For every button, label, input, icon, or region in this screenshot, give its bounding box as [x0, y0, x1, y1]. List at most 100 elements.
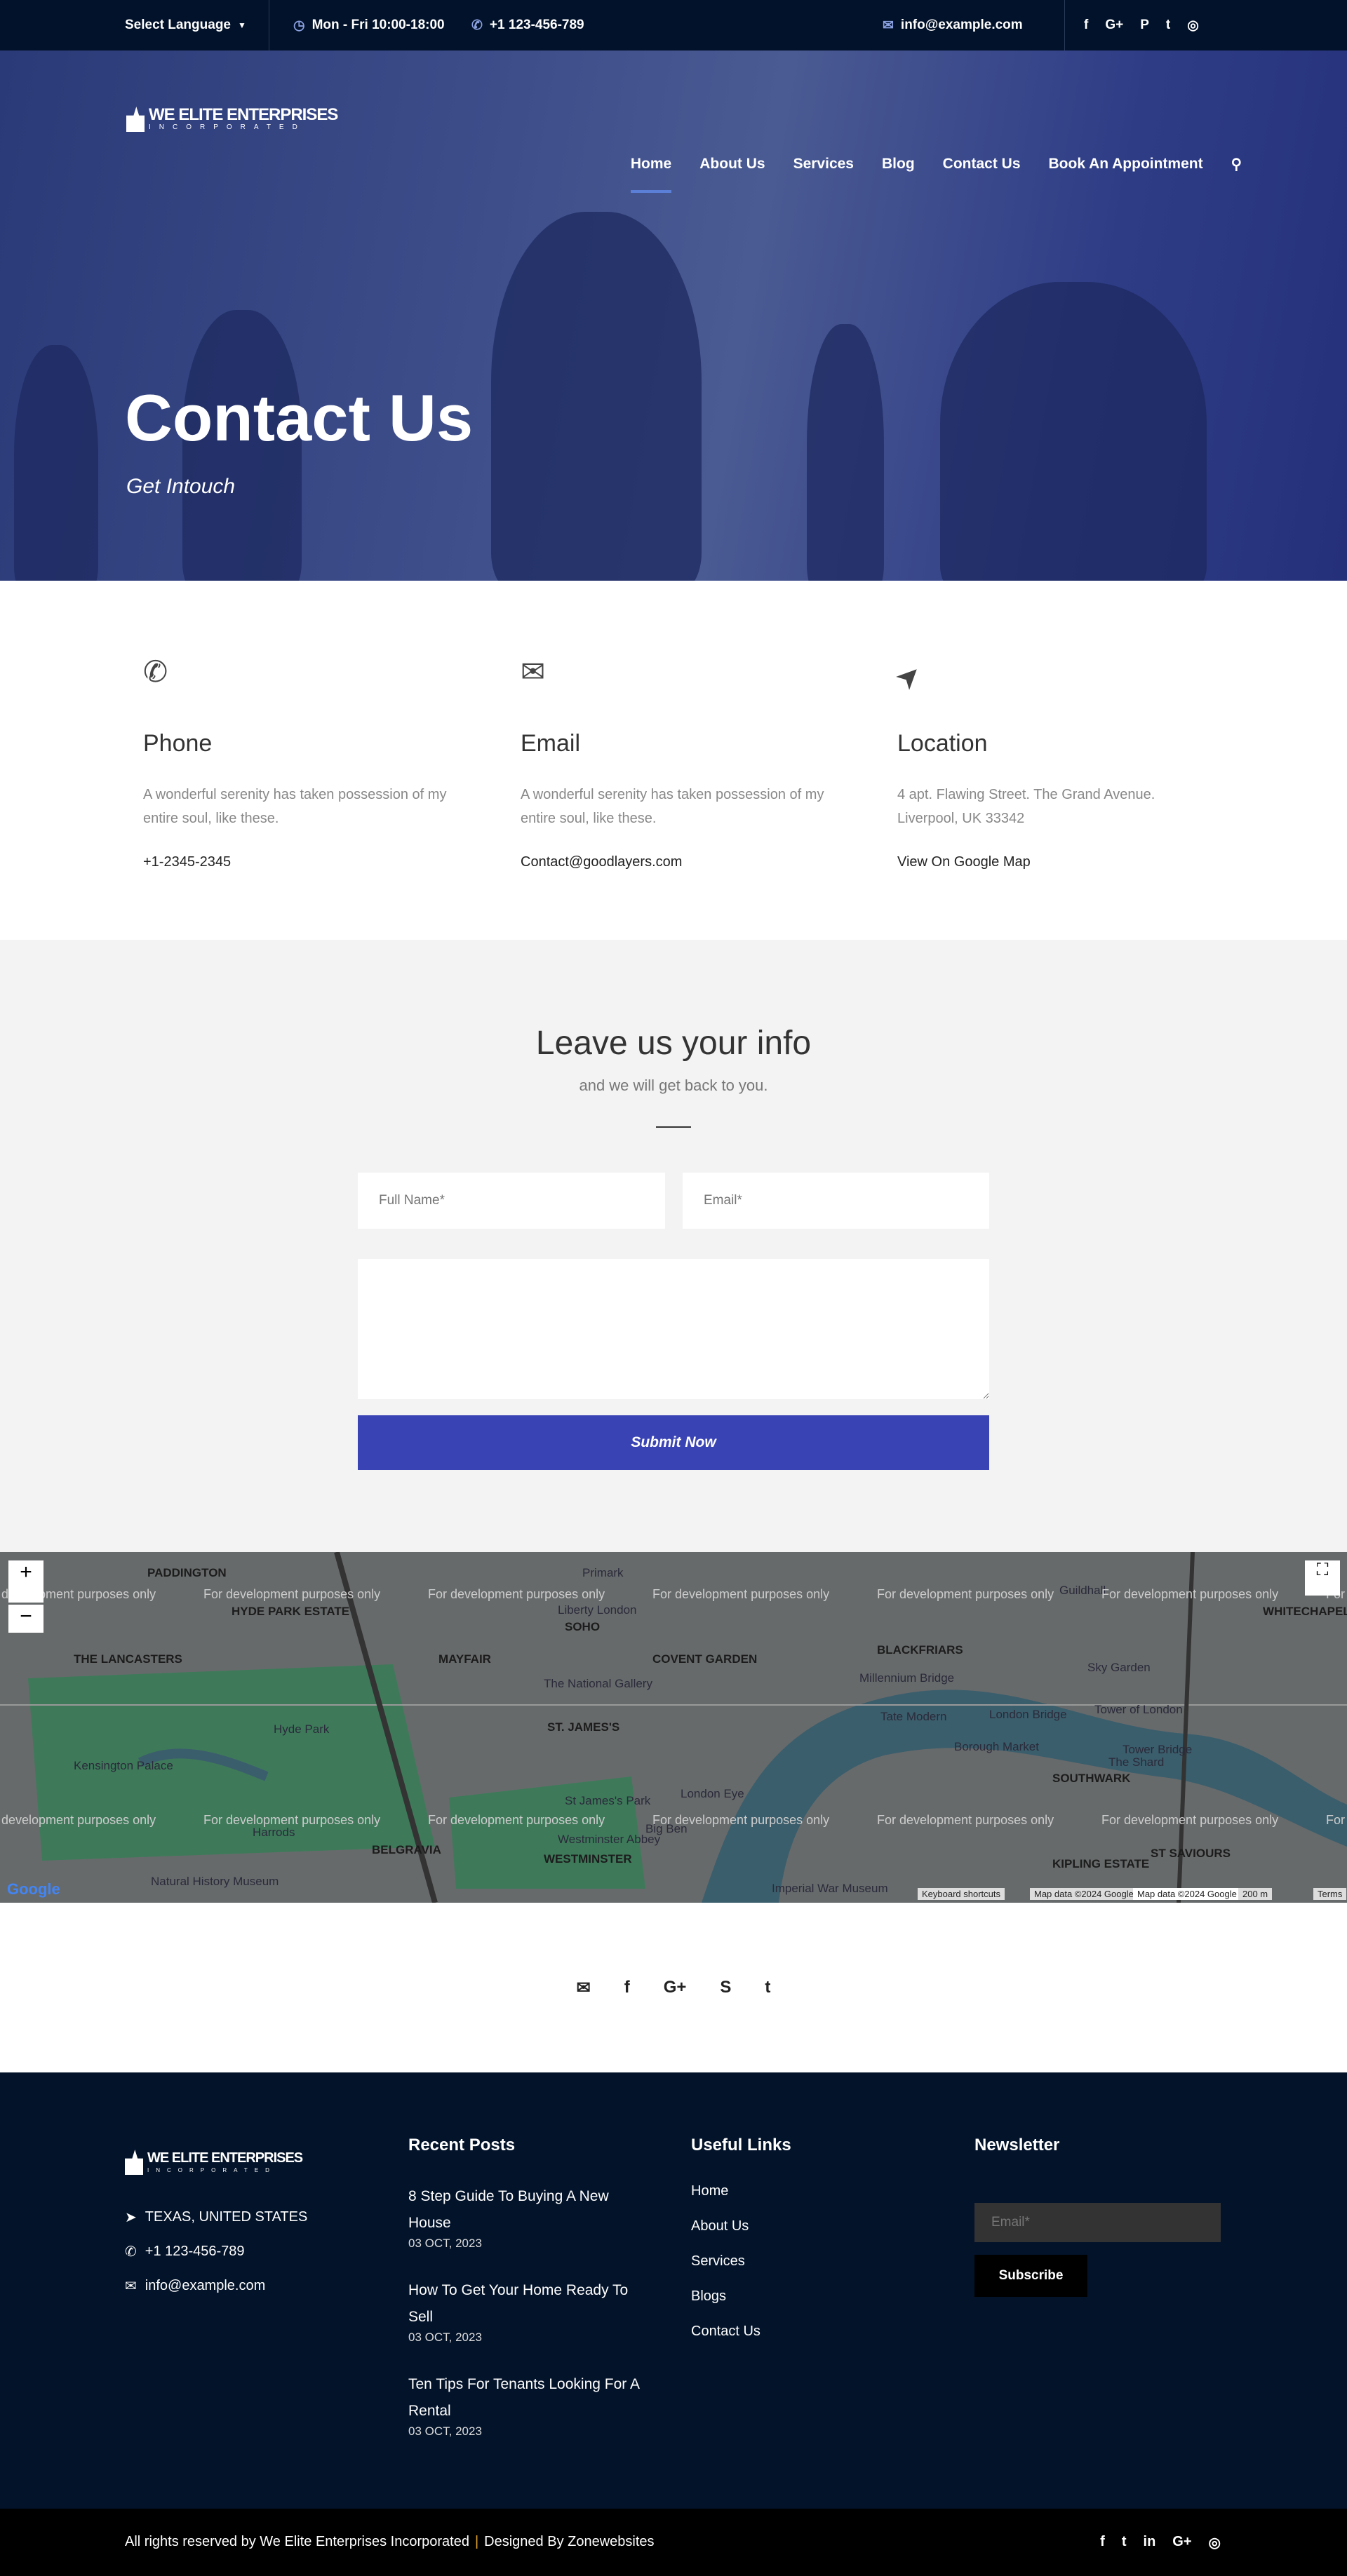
footer-link-blogs[interactable]: Blogs — [691, 2288, 791, 2305]
footer-link-about[interactable]: About Us — [691, 2218, 791, 2234]
phone-icon: ✆ — [143, 655, 168, 688]
fullscreen-button[interactable]: ⛶ — [1305, 1560, 1340, 1596]
footer-phone: ✆ +1 123-456-789 — [125, 2244, 245, 2260]
map-label: WHITECHAPEL — [1263, 1605, 1347, 1618]
map-watermark: For development purposes only — [0, 1813, 156, 1827]
footer-email[interactable]: ✉ info@example.com — [125, 2277, 307, 2295]
contact-info: ✆ Phone A wonderful serenity has taken p… — [0, 581, 1347, 940]
facebook-icon[interactable]: f — [1084, 18, 1088, 33]
nav-contact[interactable]: Contact Us — [943, 156, 1021, 173]
map-label: MAYFAIR — [438, 1652, 491, 1666]
twitter-icon[interactable]: t — [1122, 2534, 1127, 2551]
facebook-icon[interactable]: f — [1100, 2534, 1105, 2551]
phone-link[interactable]: +1-2345-2345 — [143, 854, 452, 870]
footer-link-services[interactable]: Services — [691, 2253, 791, 2270]
terms-link[interactable]: Terms — [1313, 1888, 1347, 1900]
message-textarea[interactable] — [358, 1259, 989, 1399]
nav-book-appointment[interactable]: Book An Appointment — [1049, 156, 1203, 173]
search-icon[interactable]: ⚲ — [1231, 156, 1242, 173]
clock-icon: ◷ — [293, 18, 305, 33]
google-plus-icon[interactable]: G+ — [664, 1978, 687, 1997]
map-label: The National Gallery — [544, 1677, 652, 1690]
twitter-icon[interactable]: t — [765, 1978, 770, 1997]
google-map-link[interactable]: View On Google Map — [897, 854, 1206, 870]
hours: ◷ Mon - Fri 10:00-18:00 — [293, 18, 445, 33]
map-label: Millennium Bridge — [859, 1671, 955, 1685]
map-watermark: For development purposes only — [203, 1587, 381, 1601]
social-row: ✉ f G+ S t — [0, 1903, 1347, 2072]
envelope-icon[interactable]: ✉ — [577, 1978, 591, 1998]
map-scale: 200 m — [1238, 1888, 1273, 1900]
submit-button[interactable]: Submit Now — [358, 1415, 989, 1470]
map-label: Hyde Park — [274, 1722, 330, 1736]
recent-post: Ten Tips For Tenants Looking For A Renta… — [408, 2376, 639, 2438]
recent-post: 8 Step Guide To Buying A New House 03 OCT… — [408, 2188, 609, 2250]
email-link[interactable]: Contact@goodlayers.com — [521, 854, 829, 870]
map-label: Imperial War Museum — [772, 1882, 888, 1895]
google-logo: Google — [7, 1880, 60, 1898]
twitter-icon[interactable]: t — [1166, 18, 1170, 33]
pinterest-icon[interactable]: P — [1140, 18, 1149, 33]
map-label: BLACKFRIARS — [877, 1643, 963, 1657]
skype-icon[interactable]: S — [720, 1978, 731, 1997]
map-label: SOUTHWARK — [1052, 1772, 1131, 1785]
email-input[interactable] — [683, 1173, 989, 1229]
map-label: Guildhall — [1059, 1584, 1106, 1597]
building-icon — [126, 107, 145, 132]
keyboard-shortcuts[interactable]: Keyboard shortcuts — [918, 1888, 1005, 1900]
form-title: Leave us your info — [535, 1025, 812, 1062]
instagram-icon[interactable]: ◎ — [1209, 2534, 1221, 2551]
language-select[interactable]: Select Language ▼ — [125, 18, 246, 33]
map-label: SOHO — [565, 1620, 601, 1633]
footer-logo[interactable]: WE ELITE ENTERPRISES INCORPORATED — [125, 2150, 307, 2175]
map-label: Harrods — [253, 1826, 295, 1839]
instagram-icon[interactable]: ◎ — [1187, 18, 1199, 34]
page-subtitle: Get Intouch — [126, 475, 236, 498]
map-watermark: For development purposes only — [428, 1813, 605, 1827]
email-link[interactable]: ✉ info@example.com — [883, 18, 1023, 34]
facebook-icon[interactable]: f — [624, 1978, 630, 1997]
location-arrow-icon: ➤ — [887, 656, 929, 697]
map-watermark: For development purposes only — [203, 1813, 381, 1827]
footer-link-contact[interactable]: Contact Us — [691, 2324, 791, 2340]
subscribe-button[interactable]: Subscribe — [974, 2255, 1087, 2297]
footer-link-home[interactable]: Home — [691, 2183, 791, 2199]
social-links: f G+ P t ◎ — [1084, 18, 1199, 34]
nav-home[interactable]: Home — [630, 156, 672, 193]
designer-link[interactable]: Designed By Zonewebsites — [484, 2534, 654, 2550]
map-watermark: For development purposes only — [652, 1587, 830, 1601]
divider — [656, 1126, 691, 1128]
email-card: ✉ Email A wonderful serenity has taken p… — [521, 654, 829, 870]
nav-about[interactable]: About Us — [699, 156, 765, 173]
top-bar: Select Language ▼ ◷ Mon - Fri 10:00-18:00 … — [0, 0, 1347, 50]
contact-form-section: Leave us your info and we will get back … — [0, 940, 1347, 1552]
recent-post: How To Get Your Home Ready To Sell 03 OCT… — [408, 2282, 629, 2344]
zoom-out-button[interactable]: − — [8, 1605, 43, 1633]
map-label: The Shard — [1108, 1755, 1165, 1769]
map-label: Primark — [582, 1566, 624, 1579]
map-label: BELGRAVIA — [372, 1843, 441, 1856]
footer: WE ELITE ENTERPRISES INCORPORATED ➤ TEXAS,… — [0, 2072, 1347, 2509]
google-plus-icon[interactable]: G+ — [1105, 18, 1123, 33]
newsletter-email-input[interactable] — [974, 2203, 1221, 2242]
full-name-input[interactable] — [358, 1173, 665, 1229]
map-label: Kensington Palace — [74, 1759, 173, 1772]
zoom-in-button[interactable]: + — [8, 1560, 43, 1603]
main-nav: Home About Us Services Blog Contact Us B… — [630, 156, 1242, 193]
map-label: London Bridge — [989, 1708, 1067, 1721]
map-label: Tate Modern — [880, 1710, 947, 1723]
google-plus-icon[interactable]: G+ — [1172, 2534, 1191, 2551]
envelope-icon: ✉ — [883, 18, 894, 33]
bottom-bar: All rights reserved by We Elite Enterpri… — [0, 2509, 1347, 2576]
map-tiles — [0, 1552, 1347, 1903]
logo[interactable]: WE ELITE ENTERPRISES INCORPORATED — [126, 107, 338, 132]
map-watermark: For development purposes only — [1326, 1813, 1347, 1827]
map-label: THE LANCASTERS — [74, 1652, 182, 1666]
google-map[interactable]: PADDINGTON HYDE PARK ESTATE THE LANCASTERS… — [0, 1552, 1347, 1903]
linkedin-icon[interactable]: in — [1144, 2534, 1156, 2551]
nav-services[interactable]: Services — [793, 156, 854, 173]
map-watermark: For development purposes only — [1101, 1813, 1279, 1827]
copyright: All rights reserved by We Elite Enterpri… — [125, 2534, 469, 2549]
map-label: Borough Market — [954, 1740, 1039, 1753]
nav-blog[interactable]: Blog — [882, 156, 915, 173]
